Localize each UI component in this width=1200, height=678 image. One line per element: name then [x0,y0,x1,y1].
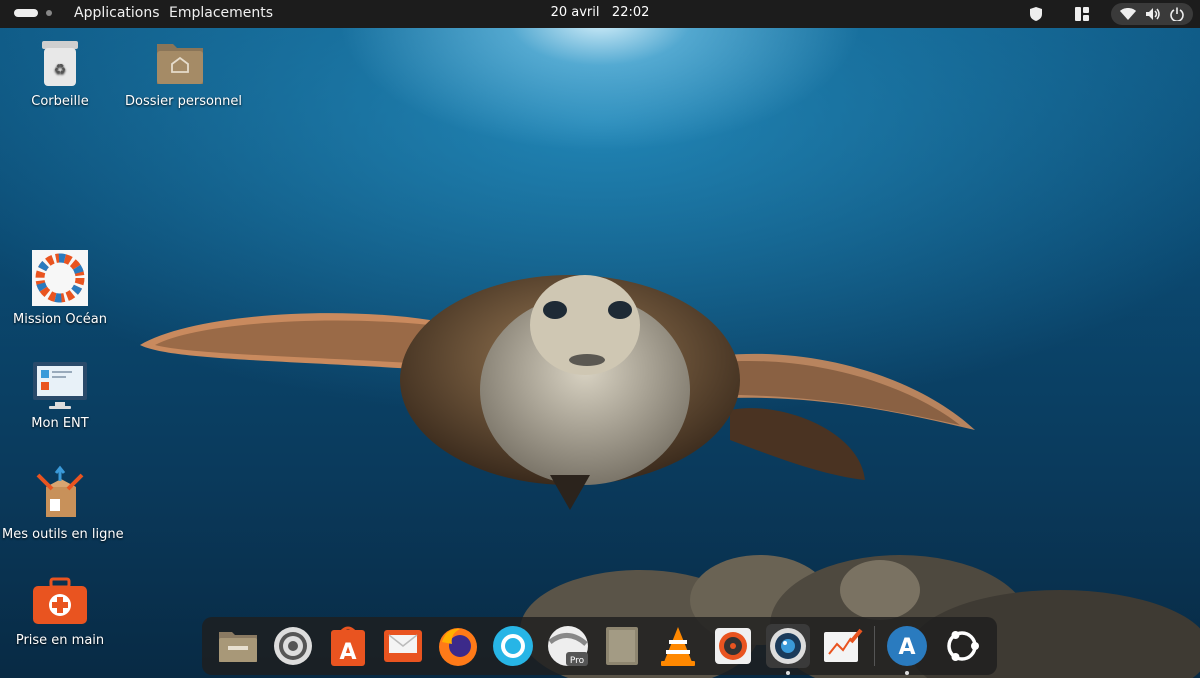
desktop-icon-label: Mon ENT [31,416,89,431]
dock-item-browser[interactable] [491,624,535,668]
wifi-icon [1119,8,1136,20]
desktop-icon-label: Mes outils en ligne [2,527,124,542]
volume-icon [1145,8,1160,20]
browser-icon [492,626,533,666]
desktop-icon-prise-en-main[interactable]: Prise en main [10,577,110,648]
dock-item-app-store[interactable]: A [326,624,370,668]
svg-text:A: A [898,635,915,660]
shield-icon[interactable] [1029,6,1043,26]
desktop-icon-label: Mission Océan [13,312,107,327]
firefox-icon [438,628,477,666]
trash-icon: ♻ [38,38,82,88]
dock-item-notes[interactable] [601,624,645,668]
first-aid-case-icon [31,577,89,627]
places-menu[interactable]: Emplacements [169,5,273,21]
desktop-icon-label: Corbeille [31,94,89,109]
desktop-icon-trash[interactable]: ♻ Corbeille [20,38,100,109]
applications-menu[interactable]: Applications [74,5,160,21]
dock: A Pro A [202,617,997,675]
ubuntu-icon [946,631,979,661]
desktop-icon-mission-ocean[interactable]: Mission Océan [10,250,110,327]
clock-date[interactable]: 20 avril [551,5,600,20]
desktop-icon-mes-outils[interactable]: Mes outils en ligne [2,465,124,542]
svg-text:A: A [339,640,356,665]
dock-item-app-grid[interactable]: A [885,624,929,675]
dock-item-settings[interactable] [271,624,315,668]
app-store-icon: A [330,626,365,666]
system-status-menu[interactable] [1111,3,1193,25]
settings-icon [273,627,312,665]
clock-time[interactable]: 22:02 [612,5,649,20]
app-grid-icon: A [886,626,927,666]
running-indicator [785,671,790,675]
desktop-icon-mon-ent[interactable]: Mon ENT [10,360,110,431]
camera-icon [769,628,806,664]
svg-text:♻: ♻ [54,62,67,78]
notes-icon [605,627,638,665]
files-icon [218,632,257,662]
vlc-icon [660,627,695,666]
tools-box-icon [32,465,88,521]
layout-icon[interactable] [1074,6,1090,26]
dock-item-mail[interactable] [381,624,425,668]
dock-separator [874,626,875,666]
top-bar: Applications Emplacements 20 avril 22:02 [0,0,1200,28]
earth-pro-icon: Pro [547,626,588,666]
dock-item-files[interactable] [216,624,260,668]
dock-item-earth-pro[interactable]: Pro [546,624,590,668]
mail-icon [383,630,422,662]
dock-item-firefox[interactable] [436,624,480,668]
power-icon [1170,7,1185,21]
running-indicator [904,671,909,675]
desktop-icon-label: Dossier personnel [125,94,243,109]
dock-item-audio[interactable] [711,624,755,668]
dock-item-camera[interactable] [765,624,810,675]
turtle-wallpaper [140,275,975,510]
dock-item-drawing[interactable] [821,624,865,668]
monitor-icon [31,360,89,410]
dock-item-vlc[interactable] [656,624,700,668]
workspace-indicator [46,10,52,16]
desktop-icon-label: Prise en main [15,633,105,648]
desktop-icon-home-folder[interactable]: Dossier personnel [125,38,243,109]
home-folder-icon [155,38,205,88]
dock-item-ubuntu[interactable] [940,624,984,668]
speaker-icon [714,628,751,664]
svg-text:Pro: Pro [569,656,584,666]
mission-ocean-icon [32,250,88,306]
drawing-icon [823,628,863,662]
activities-button[interactable] [14,9,52,17]
workspace-active-indicator [14,9,38,17]
